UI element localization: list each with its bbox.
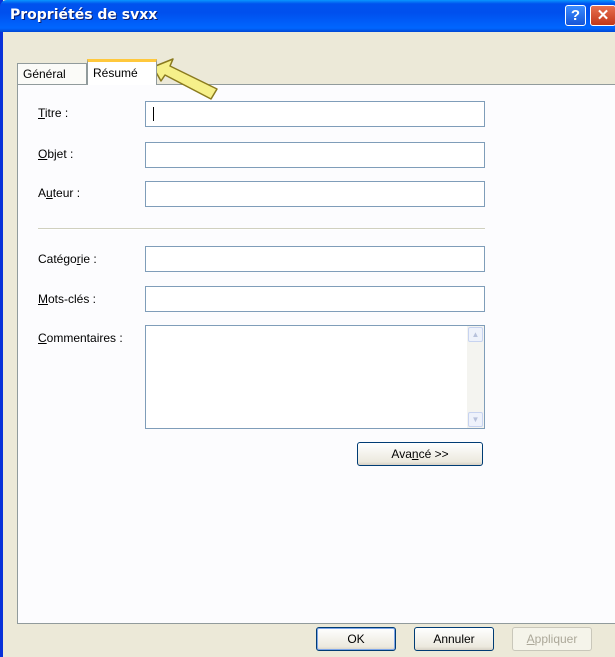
close-button[interactable]: ✕ [590, 5, 615, 26]
auteur-input[interactable] [145, 181, 485, 207]
objet-input[interactable] [145, 142, 485, 168]
commentaires-textarea[interactable]: ▲ ▼ [145, 325, 485, 429]
help-icon: ? [570, 7, 581, 24]
summary-tab-panel: Titre : Objet : Auteur : Catégorie : Mot… [17, 84, 615, 624]
close-icon: ✕ [596, 7, 610, 24]
objet-label: Objet : [38, 147, 74, 161]
auteur-label: Auteur : [38, 186, 81, 200]
help-button[interactable]: ? [565, 5, 586, 26]
window-title: Propriétés de svxx [10, 7, 158, 23]
tab-general-label: Général [23, 67, 66, 81]
group-separator [38, 228, 485, 230]
scroll-up-icon[interactable]: ▲ [468, 327, 483, 342]
categorie-input[interactable] [145, 246, 485, 272]
commentaires-label: Commentaires : [38, 331, 123, 345]
scroll-down-icon[interactable]: ▼ [468, 412, 483, 427]
properties-dialog: Propriétés de svxx ? ✕ Général Résumé Ti… [0, 0, 615, 657]
apply-button[interactable]: Appliquer [512, 627, 592, 651]
cancel-button[interactable]: Annuler [414, 627, 494, 651]
tab-resume-label: Résumé [93, 66, 138, 80]
text-caret [153, 107, 154, 121]
mots-cles-input[interactable] [145, 286, 485, 312]
tab-resume[interactable]: Résumé [87, 59, 157, 85]
mots-cles-label: Mots-clés : [38, 292, 97, 306]
categorie-label: Catégorie : [38, 252, 97, 266]
advanced-button[interactable]: Avancé >> [357, 442, 483, 466]
titre-label: Titre : [38, 106, 69, 120]
titre-input[interactable] [145, 101, 485, 127]
title-bar[interactable]: Propriétés de svxx ? ✕ [0, 0, 615, 32]
commentaires-scrollbar[interactable]: ▲ ▼ [467, 326, 484, 428]
ok-button[interactable]: OK [316, 627, 396, 651]
tab-general[interactable]: Général [17, 63, 87, 84]
annotation-arrow-icon [152, 58, 218, 100]
